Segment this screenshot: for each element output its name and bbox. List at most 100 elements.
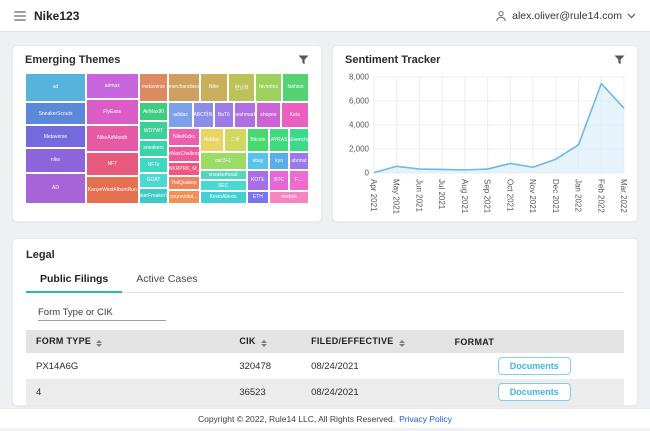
treemap-cell[interactable]: poshmark xyxy=(234,102,257,128)
treemap-cell[interactable]: NFTs xyxy=(139,157,169,173)
emerging-themes-title: Emerging Themes xyxy=(25,54,120,66)
legal-card: Legal Public FilingsActive Cases FORM TY… xyxy=(12,238,638,406)
treemap-cell[interactable]: asc3+1 xyxy=(200,152,247,170)
treemap-cell[interactable]: FlyEase xyxy=(86,99,139,125)
emerging-themes-card: Emerging Themes adSneakerScoutsMetaverse… xyxy=(12,45,322,222)
svg-text:4,000: 4,000 xyxy=(349,121,370,130)
column-header-filed-effective[interactable]: FILED/EFFECTIVE xyxy=(301,330,445,353)
treemap-cell[interactable]: BaT6 xyxy=(214,102,234,128)
svg-text:Jun 2021: Jun 2021 xyxy=(414,179,423,212)
table-cell: 36523 xyxy=(229,379,301,405)
treemap-cell[interactable]: ad xyxy=(25,73,86,102)
user-menu[interactable]: alex.oliver@rule14.com xyxy=(495,10,636,22)
sentiment-card: Sentiment Tracker 02,0004,0006,0008,000A… xyxy=(332,45,638,222)
treemap-cell[interactable]: NikeKicks xyxy=(168,128,199,146)
treemap-cell[interactable]: AirMaxChallenge xyxy=(168,146,199,162)
treemap-cell[interactable]: kyo xyxy=(269,152,289,170)
table-row: 43652308/24/2021Documents xyxy=(26,379,624,405)
svg-text:Jul 2021: Jul 2021 xyxy=(437,179,446,210)
treemap-cell[interactable]: SNKRPRK_M_B xyxy=(168,162,199,176)
legal-title: Legal xyxy=(26,249,624,261)
svg-text:Mar 2022: Mar 2022 xyxy=(619,179,628,213)
svg-text:Jan 2022: Jan 2022 xyxy=(574,179,583,212)
treemap-cell[interactable]: SEC xyxy=(200,180,247,190)
svg-text:2,000: 2,000 xyxy=(349,145,370,154)
svg-text:Sep 2021: Sep 2021 xyxy=(483,179,492,214)
treemap-cell[interactable]: reebok xyxy=(269,191,309,204)
column-header-cik[interactable]: CIK xyxy=(229,330,301,353)
treemap-cell[interactable]: Metaverse xyxy=(25,125,86,147)
sentiment-title: Sentiment Tracker xyxy=(345,54,440,66)
treemap-cell[interactable]: 런닝화 xyxy=(228,73,255,102)
filter-icon[interactable] xyxy=(614,55,625,65)
treemap-cell[interactable]: SneakerScouts xyxy=(25,102,86,126)
treemap-cell[interactable]: NFT xyxy=(86,152,139,177)
treemap-cell[interactable]: KOTE xyxy=(247,170,270,191)
treemap-cell[interactable]: Bitcoin xyxy=(247,128,270,152)
treemap-cell[interactable]: Keia xyxy=(281,102,309,128)
treemap-cell[interactable]: favorites xyxy=(255,73,282,102)
svg-text:6,000: 6,000 xyxy=(349,97,370,106)
table-cell: 320478 xyxy=(229,353,301,379)
treemap-cell[interactable]: AirMax xyxy=(200,128,224,152)
user-icon xyxy=(495,10,507,22)
column-header-form-type[interactable]: FORM TYPE xyxy=(26,330,229,353)
treemap-cell[interactable]: HalQuakep xyxy=(168,176,199,189)
treemap-cell[interactable]: yourevolut… xyxy=(168,190,199,204)
brand-title: Nike123 xyxy=(34,9,79,23)
treemap-cell[interactable]: GOAT xyxy=(139,173,169,189)
treemap-cell[interactable]: F… xyxy=(289,170,309,191)
column-header-format: FORMAT xyxy=(445,330,624,353)
topbar: Nike123 alex.oliver@rule14.com xyxy=(0,0,650,32)
treemap-cell[interactable]: metaverse xyxy=(139,73,169,102)
tab-public-filings[interactable]: Public Filings xyxy=(26,268,122,293)
tab-active-cases[interactable]: Active Cases xyxy=(122,268,211,292)
treemap-cell[interactable]: sneakerhead xyxy=(200,170,247,180)
sort-icon xyxy=(96,340,102,347)
treemap-cell[interactable]: WDYWT xyxy=(139,121,169,139)
svg-text:Feb 2022: Feb 2022 xyxy=(596,179,605,213)
privacy-policy-link[interactable]: Privacy Policy xyxy=(399,414,452,424)
sentiment-chart: 02,0004,0006,0008,000Apr 2021May 2021Jun… xyxy=(338,70,632,217)
treemap-cell[interactable]: AirMax90 xyxy=(139,102,169,122)
table-cell: 08/24/2021 xyxy=(301,353,445,379)
treemap-cell[interactable]: ABC마트 xyxy=(193,102,214,128)
svg-text:Nov 2021: Nov 2021 xyxy=(528,179,537,214)
search-input[interactable] xyxy=(38,305,166,321)
copyright-text: Copyright © 2022, Rule14 LLC, All Rights… xyxy=(198,414,395,424)
treemap-cell[interactable]: AYRAS xyxy=(269,128,289,152)
themes-treemap: adSneakerScoutsMetaversenikeAD airmaxFlyE… xyxy=(25,73,309,204)
treemap-cell[interactable]: merchandises xyxy=(168,73,199,102)
treemap-cell[interactable]: NikeAirMonth xyxy=(86,125,139,151)
treemap-cell[interactable]: airmax xyxy=(86,73,139,99)
menu-icon[interactable] xyxy=(14,11,26,21)
treemap-cell[interactable]: ETH xyxy=(247,191,270,204)
treemap-cell[interactable]: ebay xyxy=(247,152,270,170)
filter-icon[interactable] xyxy=(298,55,309,65)
footer: Copyright © 2022, Rule14 LLC, All Rights… xyxy=(0,408,650,428)
svg-text:Aug 2021: Aug 2021 xyxy=(460,179,469,214)
svg-text:Apr 2021: Apr 2021 xyxy=(369,179,378,212)
sort-icon xyxy=(399,340,405,347)
treemap-cell[interactable]: SneakerFreakerTeam xyxy=(139,188,169,204)
svg-text:Dec 2021: Dec 2021 xyxy=(551,179,560,214)
svg-text:8,000: 8,000 xyxy=(349,73,370,82)
treemap-cell[interactable]: BTC xyxy=(269,170,289,191)
table-cell: PX14A6G xyxy=(26,353,229,379)
treemap-cell[interactable]: abonat xyxy=(289,152,309,170)
treemap-cell[interactable]: adidas xyxy=(168,102,192,128)
table-cell: 4 xyxy=(26,379,229,405)
treemap-cell[interactable]: Nike xyxy=(200,73,228,102)
treemap-cell[interactable]: AD xyxy=(25,173,86,204)
documents-button[interactable]: Documents xyxy=(498,383,571,401)
treemap-cell[interactable]: Givenchy xyxy=(289,128,309,152)
treemap-cell[interactable]: 二手 xyxy=(224,128,247,152)
treemap-cell[interactable]: sneakers xyxy=(139,140,169,157)
documents-button[interactable]: Documents xyxy=(498,357,571,375)
treemap-cell[interactable]: KevinAllexis xyxy=(200,191,247,204)
treemap-cell[interactable]: KanyeWestAlbumRun xyxy=(86,176,139,204)
treemap-cell[interactable]: nike xyxy=(25,148,86,173)
chevron-down-icon xyxy=(627,13,636,19)
treemap-cell[interactable]: fashion xyxy=(282,73,309,102)
treemap-cell[interactable]: shopee xyxy=(256,102,280,128)
